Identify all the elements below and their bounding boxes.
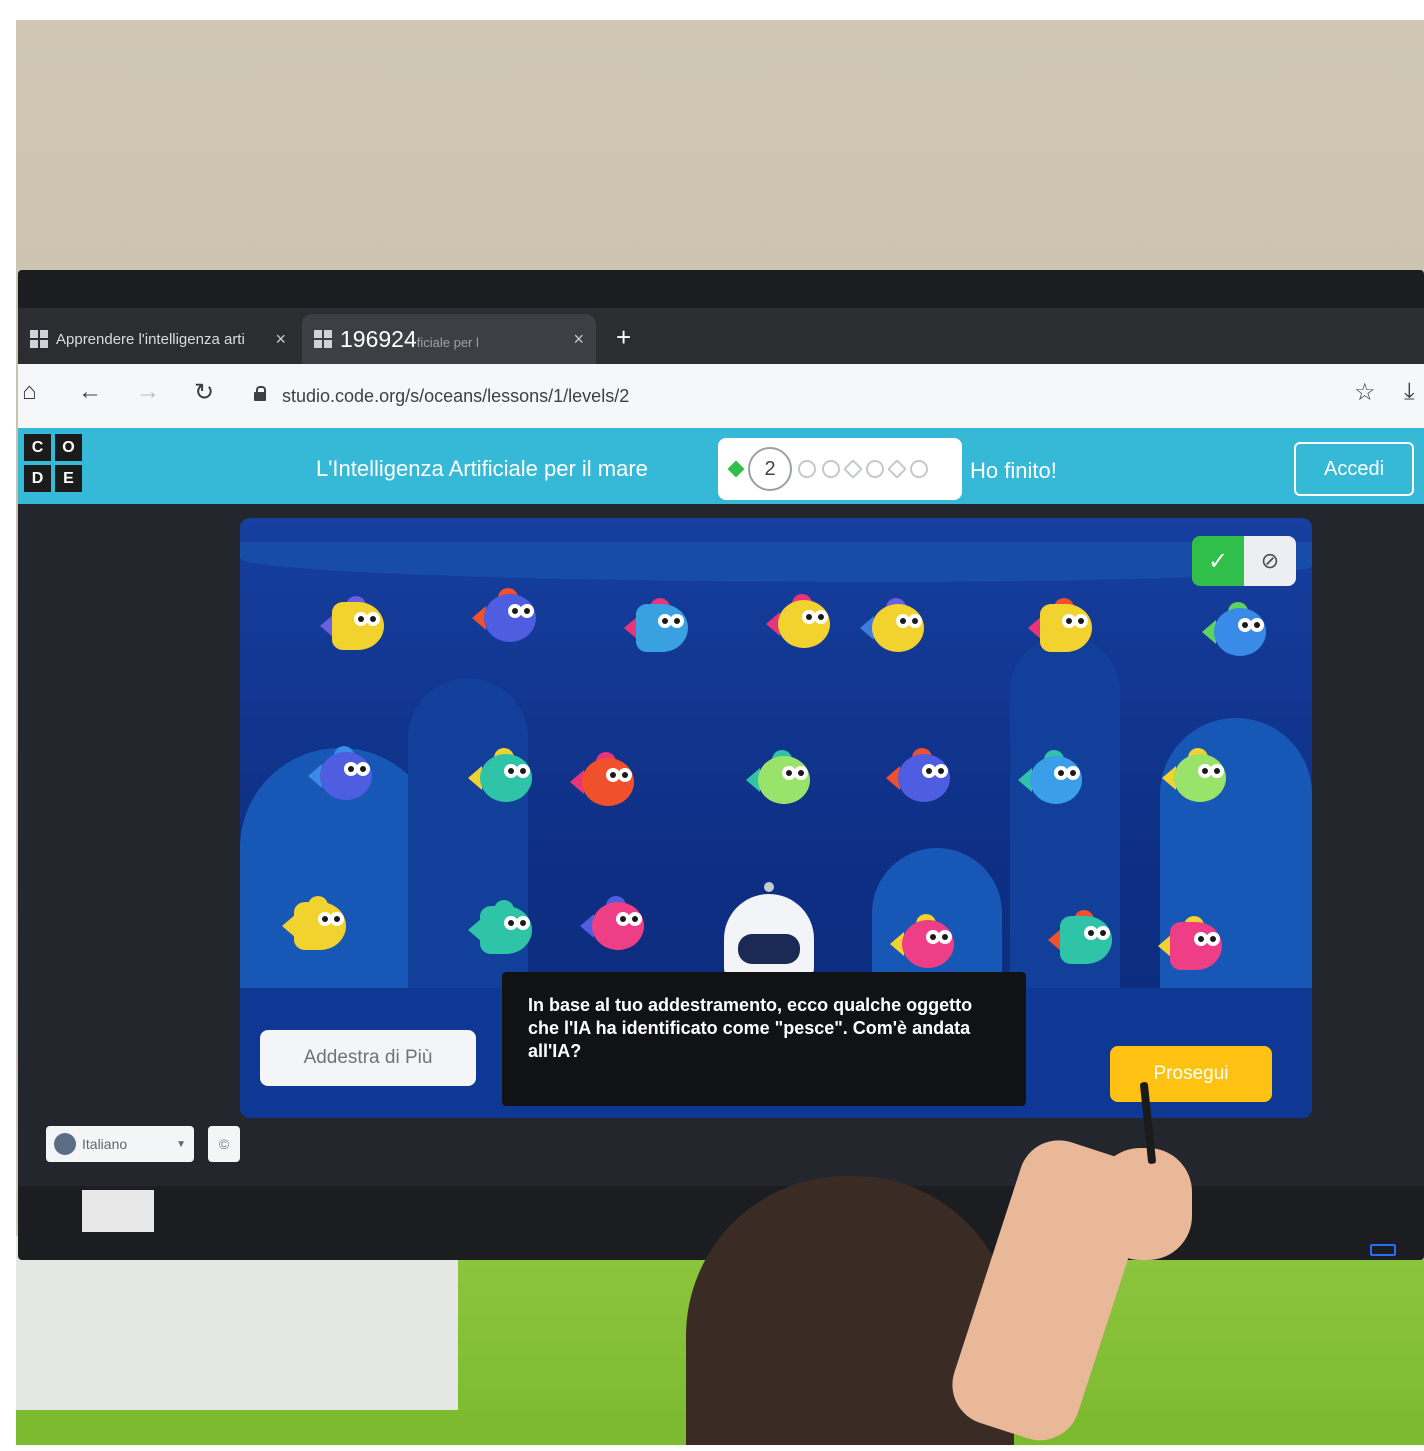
lock-icon bbox=[254, 386, 266, 401]
language-select[interactable]: Italiano ▼ bbox=[46, 1126, 194, 1162]
code-header: C O D E L'Intelligenza Artificiale per i… bbox=[18, 428, 1424, 504]
logo-letter: D bbox=[24, 465, 51, 492]
logo-letter: E bbox=[55, 465, 82, 492]
level-dot[interactable] bbox=[843, 459, 863, 479]
fish-icon[interactable] bbox=[890, 914, 960, 974]
ocean-scene: ✓ ⊘ Addestra di Più In base al tuo addes… bbox=[240, 518, 1312, 1118]
ai-result-dialog: In base al tuo addestramento, ecco qualc… bbox=[502, 972, 1026, 1106]
level-dot[interactable] bbox=[887, 459, 907, 479]
level-dot[interactable] bbox=[910, 460, 928, 478]
tab-apprendere[interactable]: Apprendere l'intelligenza arti × bbox=[18, 314, 298, 364]
continue-button[interactable]: Prosegui bbox=[1110, 1046, 1272, 1102]
level-dot[interactable] bbox=[822, 460, 840, 478]
check-icon[interactable]: ✓ bbox=[1192, 536, 1244, 586]
fish-icon[interactable] bbox=[468, 900, 538, 960]
fish-icon[interactable] bbox=[766, 594, 836, 654]
level-1-done-icon[interactable] bbox=[727, 460, 745, 478]
copyright-button[interactable]: © bbox=[208, 1126, 240, 1162]
close-tab-icon[interactable]: × bbox=[573, 329, 584, 350]
student-hand bbox=[1096, 1148, 1192, 1260]
fish-icon[interactable] bbox=[308, 746, 378, 806]
language-label: Italiano bbox=[82, 1136, 128, 1152]
globe-icon bbox=[54, 1133, 76, 1155]
home-icon[interactable]: ⌂ bbox=[22, 378, 37, 406]
fish-icon[interactable] bbox=[468, 748, 538, 808]
close-tab-icon[interactable]: × bbox=[275, 329, 286, 350]
finished-link[interactable]: Ho finito! bbox=[970, 458, 1057, 484]
forward-icon[interactable]: → bbox=[136, 378, 160, 406]
level-dot[interactable] bbox=[866, 460, 884, 478]
tab-suffix: ficiale per l bbox=[416, 334, 479, 350]
power-led bbox=[1370, 1244, 1396, 1256]
monitor-sticker bbox=[82, 1190, 154, 1232]
fish-icon[interactable] bbox=[580, 896, 650, 956]
new-tab-button[interactable]: + bbox=[616, 322, 631, 353]
fish-icon[interactable] bbox=[1048, 910, 1118, 970]
lesson-title[interactable]: L'Intelligenza Artificiale per il mare bbox=[316, 456, 648, 482]
reload-icon[interactable]: ↻ bbox=[194, 378, 214, 407]
bookmark-star-icon[interactable]: ☆ bbox=[1354, 378, 1376, 407]
address-bar: ⌂ ← → ↻ studio.code.org/s/oceans/lessons… bbox=[18, 364, 1424, 428]
tab-title: Apprendere l'intelligenza arti bbox=[56, 330, 245, 348]
logo-letter: O bbox=[55, 434, 82, 461]
fish-icon[interactable] bbox=[886, 748, 956, 808]
ban-icon[interactable]: ⊘ bbox=[1244, 536, 1296, 586]
fish-icon[interactable] bbox=[1018, 750, 1088, 810]
url-field[interactable]: studio.code.org/s/oceans/lessons/1/level… bbox=[282, 386, 629, 407]
fish-icon[interactable] bbox=[624, 598, 694, 658]
ai-robot-icon bbox=[724, 882, 814, 982]
code-logo[interactable]: C O D E bbox=[24, 434, 82, 492]
level-progress: 2 bbox=[718, 438, 962, 500]
sign-in-button[interactable]: Accedi bbox=[1294, 442, 1414, 496]
fish-icon[interactable] bbox=[1028, 598, 1098, 658]
tab-title: 196924ficiale per l bbox=[340, 326, 565, 353]
fish-icon[interactable] bbox=[1202, 602, 1272, 662]
code-favicon-icon bbox=[30, 330, 48, 348]
fish-icon[interactable] bbox=[472, 588, 542, 648]
fish-icon[interactable] bbox=[282, 896, 352, 956]
fish-icon[interactable] bbox=[1162, 748, 1232, 808]
download-icon[interactable]: ⤓ bbox=[1404, 378, 1415, 406]
fish-icon[interactable] bbox=[746, 750, 816, 810]
train-more-button[interactable]: Addestra di Più bbox=[260, 1030, 476, 1086]
code-favicon-icon bbox=[314, 330, 332, 348]
tab-active[interactable]: 196924ficiale per l × bbox=[302, 314, 596, 364]
tab-bar: Apprendere l'intelligenza arti × 196924f… bbox=[18, 308, 1424, 364]
chevron-down-icon: ▼ bbox=[176, 1138, 186, 1150]
level-current[interactable]: 2 bbox=[748, 447, 792, 491]
ocean-wave bbox=[240, 542, 1312, 582]
logo-letter: C bbox=[24, 434, 51, 461]
fish-icon[interactable] bbox=[570, 752, 640, 812]
fish-icon[interactable] bbox=[1158, 916, 1228, 976]
back-icon[interactable]: ← bbox=[78, 378, 102, 406]
screen: Apprendere l'intelligenza arti × 196924f… bbox=[18, 308, 1424, 1186]
yes-no-toggle: ✓ ⊘ bbox=[1192, 536, 1296, 586]
fish-icon[interactable] bbox=[860, 598, 930, 658]
level-dot[interactable] bbox=[798, 460, 816, 478]
tab-code: 196924 bbox=[340, 325, 417, 352]
fish-icon[interactable] bbox=[320, 596, 390, 656]
